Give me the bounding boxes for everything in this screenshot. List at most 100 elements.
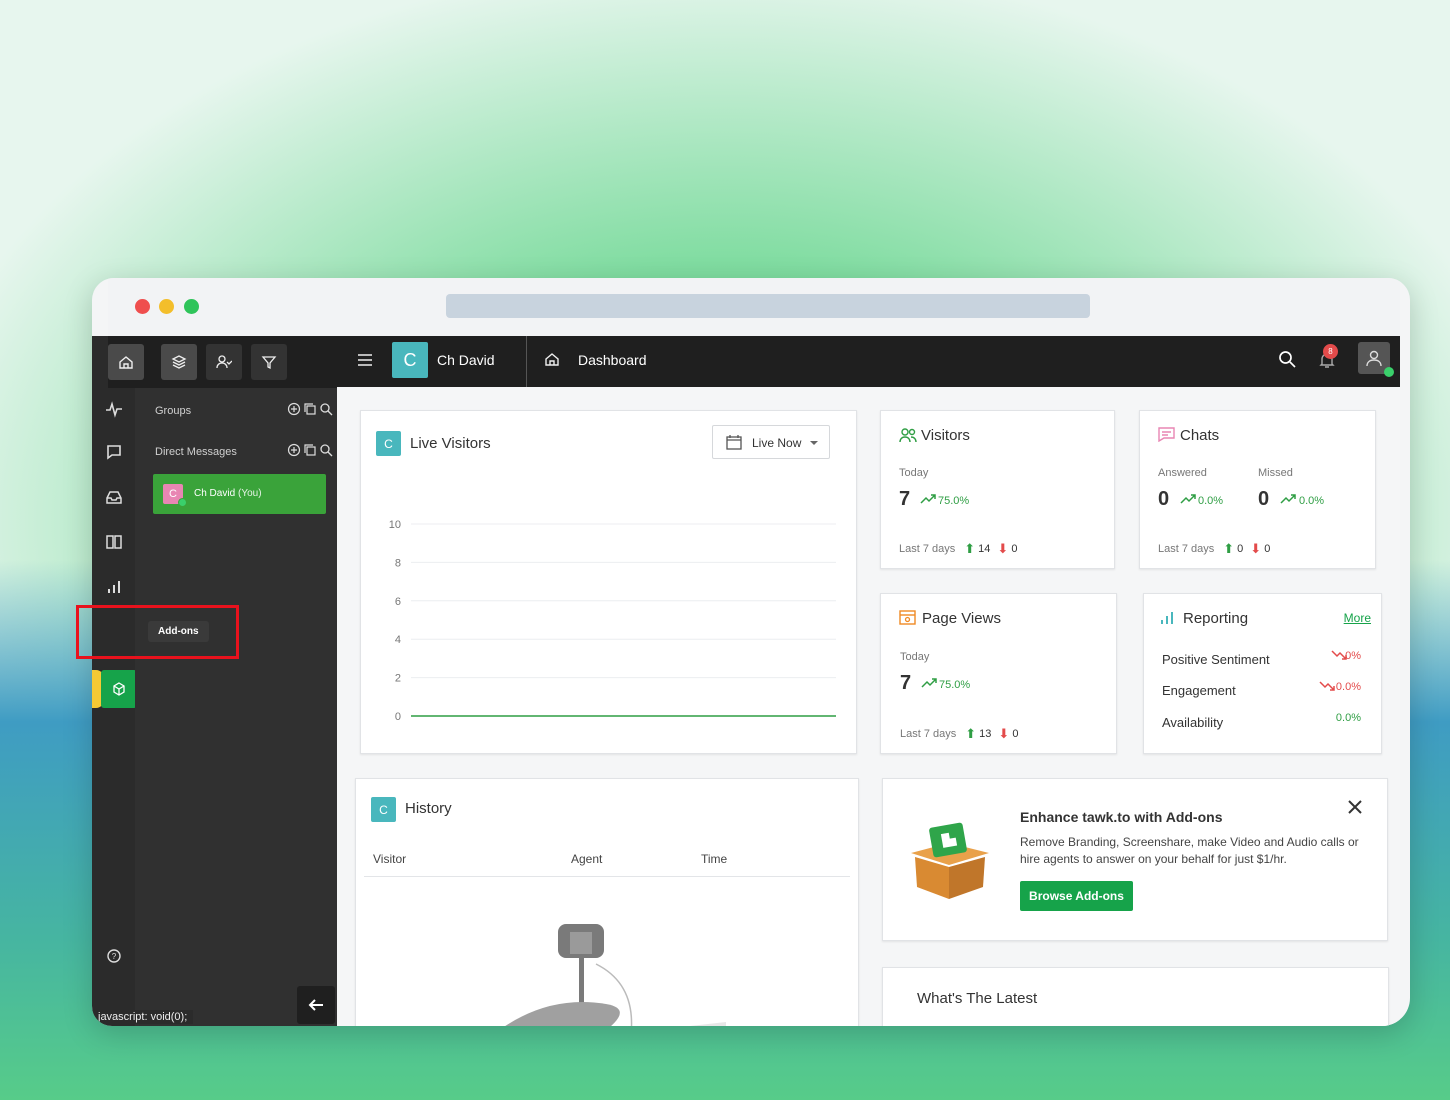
notification-badge: 8 — [1323, 344, 1338, 359]
trend-down-icon — [1319, 681, 1335, 691]
page-title: Dashboard — [578, 352, 647, 368]
copy-dm-icon[interactable] — [303, 443, 317, 462]
y-tick-label: 6 — [395, 596, 401, 608]
filter-button[interactable] — [251, 344, 287, 380]
reporting-row-label: Positive Sentiment — [1162, 652, 1270, 667]
trend-up-icon — [920, 494, 936, 504]
top-bar: C Ch David Dashboard 8 — [337, 336, 1400, 387]
page-views-today-value: 7 — [900, 672, 912, 694]
close-window-dot[interactable] — [135, 299, 150, 314]
dm-user-name: Ch David — [194, 488, 236, 499]
browser-titlebar — [108, 278, 1400, 336]
last7-label: Last 7 days — [899, 543, 956, 555]
y-tick-label: 8 — [395, 557, 401, 569]
knowledge-base-icon[interactable] — [102, 530, 126, 554]
groups-label: Groups — [155, 405, 192, 417]
live-visitors-title: Live Visitors — [410, 435, 491, 452]
chat-icon[interactable] — [102, 440, 126, 464]
inbox-icon[interactable] — [102, 485, 126, 509]
arrow-down-icon: ⬇ — [1250, 541, 1262, 556]
user-check-button[interactable] — [206, 344, 242, 380]
users-icon — [899, 428, 917, 443]
missed-change: 0.0% — [1299, 495, 1325, 507]
divider — [364, 876, 850, 877]
dashboard-content: C Live Visitors Live Now 10 8 6 4 2 0 Visitor… — [337, 387, 1400, 1026]
trend-up-icon — [1280, 494, 1296, 504]
visitors-today-value: 7 — [899, 488, 911, 510]
column-header-visitor[interactable]: Visitor — [373, 852, 406, 866]
page-views-up-value: 13 — [979, 728, 992, 740]
activity-icon[interactable] — [102, 397, 126, 421]
layers-icon — [171, 355, 187, 369]
addons-box-icon — [911, 822, 989, 899]
browse-addons-button[interactable]: Browse Add-ons — [1020, 881, 1133, 911]
whats-latest-card: What's The Latest — [882, 967, 1389, 1026]
reporting-more-link[interactable]: More — [1344, 611, 1371, 625]
cube-icon — [113, 682, 125, 696]
y-tick-label: 2 — [395, 673, 401, 685]
account-name[interactable]: Ch David — [437, 352, 495, 368]
chats-title: Chats — [1180, 427, 1220, 444]
addons-description: Remove Branding, Screenshare, make Video… — [1020, 835, 1359, 866]
arrow-up-icon: ⬆ — [964, 541, 976, 556]
dm-item-self[interactable]: C Ch David (You) — [153, 474, 326, 514]
arrow-down-icon: ⬇ — [997, 541, 1009, 556]
page-views-change: 75.0% — [939, 679, 971, 691]
range-dropdown[interactable]: Live Now — [712, 425, 830, 459]
arrow-up-icon: ⬆ — [1223, 541, 1235, 556]
home-button[interactable] — [108, 344, 144, 380]
status-bar: javascript: void(0); — [92, 1010, 194, 1024]
live-visitors-card: C Live Visitors Live Now 10 8 6 4 2 0 — [360, 410, 857, 754]
column-header-time[interactable]: Time — [701, 852, 727, 866]
search-icon[interactable] — [1278, 350, 1296, 373]
user-check-icon — [216, 355, 232, 369]
page-views-title: Page Views — [922, 610, 1001, 627]
reporting-row-value: 0.0% — [1335, 712, 1361, 724]
calendar-icon — [726, 435, 742, 450]
add-group-icon[interactable] — [287, 402, 301, 421]
last7-label: Last 7 days — [1158, 543, 1215, 555]
answered-label: Answered — [1158, 467, 1207, 479]
history-card: C History Visitor Agent Time — [355, 778, 859, 1026]
address-bar[interactable] — [446, 294, 1090, 318]
answered-change: 0.0% — [1198, 495, 1224, 507]
chats-card: Chats Answered Missed 0 0.0% 0 0.0% Last… — [1139, 410, 1376, 569]
visitors-card: Visitors Today 7 75.0% Last 7 days ⬆ 14 … — [880, 410, 1115, 569]
visitors-up-value: 14 — [978, 543, 991, 555]
minimize-window-dot[interactable] — [159, 299, 174, 314]
reporting-row-value: 0% — [1345, 650, 1361, 662]
arrow-down-icon: ⬇ — [998, 726, 1010, 741]
filter-icon — [261, 356, 277, 370]
visitors-title: Visitors — [921, 427, 970, 444]
add-dm-icon[interactable] — [287, 443, 301, 462]
maximize-window-dot[interactable] — [184, 299, 199, 314]
groups-actions — [287, 402, 333, 421]
direct-messages-label: Direct Messages — [155, 446, 237, 458]
menu-icon[interactable] — [357, 353, 373, 372]
chats-up-value: 0 — [1237, 543, 1244, 555]
page-views-card: Page Views Today 7 75.0% Last 7 days ⬆ 1… — [880, 593, 1117, 754]
trend-up-icon — [1180, 494, 1196, 504]
reporting-row-label: Engagement — [1162, 683, 1236, 698]
copy-group-icon[interactable] — [303, 402, 317, 421]
home-icon — [119, 356, 133, 369]
chats-down-value: 0 — [1264, 543, 1271, 555]
page-views-icon — [899, 610, 916, 625]
reporting-icon[interactable] — [102, 575, 126, 599]
collapse-panel-button[interactable] — [297, 986, 335, 1024]
column-header-agent[interactable]: Agent — [571, 852, 602, 866]
layers-button[interactable] — [161, 344, 197, 380]
card-badge: C — [371, 797, 396, 822]
account-avatar[interactable]: C — [392, 342, 428, 378]
arrow-up-icon: ⬆ — [965, 726, 977, 741]
addons-nav-button[interactable] — [101, 670, 137, 708]
search-dm-icon[interactable] — [319, 443, 333, 462]
today-label: Today — [900, 651, 930, 663]
card-badge: C — [376, 431, 401, 456]
close-icon[interactable] — [1347, 799, 1363, 815]
help-icon[interactable]: ? — [102, 944, 126, 968]
rail-toolbar — [108, 336, 337, 388]
history-title: History — [405, 800, 452, 817]
arrow-left-icon — [308, 999, 323, 1011]
search-group-icon[interactable] — [319, 402, 333, 421]
